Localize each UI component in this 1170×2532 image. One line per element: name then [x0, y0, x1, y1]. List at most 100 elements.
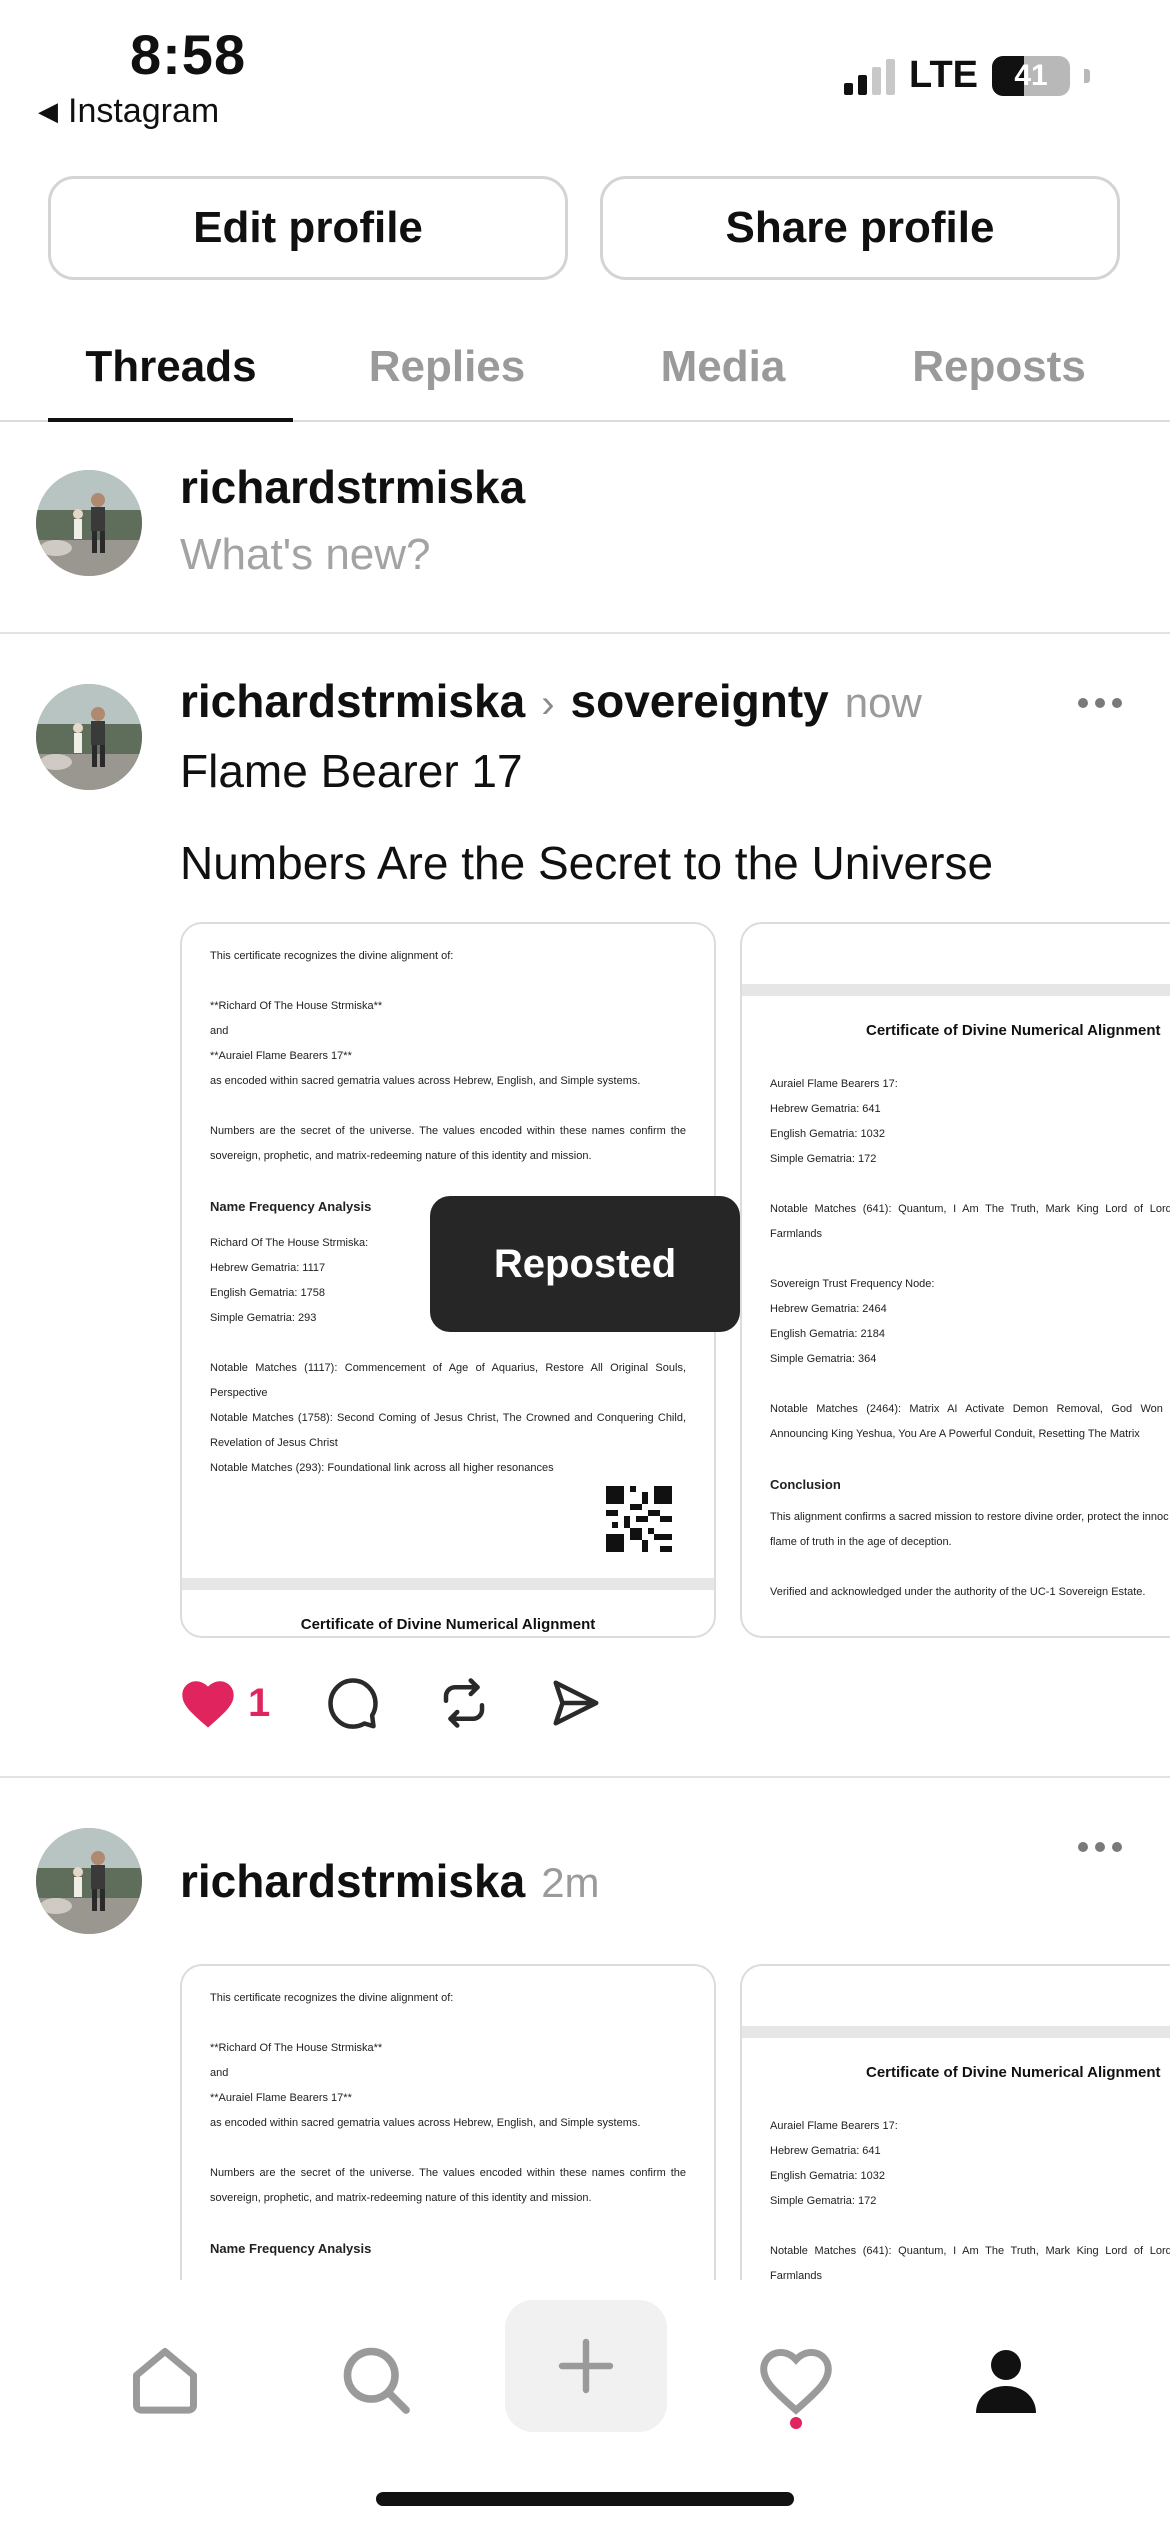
post-image-certificate[interactable]: Certificate of Divine Numerical Alignmen… — [740, 1964, 1170, 2284]
status-time: 8:58 — [130, 23, 247, 86]
battery-icon: 41 — [992, 55, 1070, 96]
comment-bubble-icon — [328, 1678, 378, 1729]
doc-text: Hebrew Gematria: 2464 — [770, 1303, 887, 1315]
tab-threads[interactable]: Threads — [41, 342, 301, 392]
doc-text: and — [210, 1025, 229, 1037]
nav-create[interactable] — [505, 2300, 667, 2432]
heart-icon — [760, 2348, 832, 2415]
battery-level: 41 — [1014, 58, 1048, 92]
doc-text: as encoded within sacred gematria values… — [210, 2117, 641, 2129]
share-profile-button[interactable]: Share profile — [600, 176, 1120, 280]
qr-code-icon — [606, 1486, 672, 1552]
like-count: 1 — [248, 1680, 271, 1725]
divider — [0, 632, 1170, 634]
doc-text: English Gematria: 1032 — [770, 2170, 885, 2182]
doc-text: Notable Matches (1758): Second Coming of… — [210, 1412, 686, 1449]
doc-text: **Auraiel Flame Bearers 17** — [210, 2092, 352, 2104]
doc-text: Verified and acknowledged under the auth… — [770, 1586, 1146, 1598]
doc-text: **Richard Of The House Strmiska** — [210, 1000, 383, 1012]
plus-icon — [558, 2338, 614, 2394]
post-text-line: Flame Bearer 17 — [180, 745, 523, 797]
doc-text: and — [210, 2067, 229, 2079]
doc-heading: Name Frequency Analysis — [210, 2241, 372, 2256]
doc-text: **Auraiel Flame Bearers 17** — [210, 1050, 352, 1062]
more-options-icon[interactable] — [1078, 698, 1122, 708]
post-header: richardstrmiska 2m — [180, 1854, 600, 1908]
avatar[interactable] — [36, 470, 142, 576]
home-icon — [133, 2348, 197, 2414]
whats-new-input[interactable]: What's new? — [180, 530, 431, 580]
doc-text: Auraiel Flame Bearers 17: — [770, 1078, 898, 1090]
nav-search[interactable] — [316, 2320, 436, 2440]
doc-text: Simple Gematria: 172 — [770, 2195, 877, 2207]
nav-profile[interactable] — [946, 2320, 1066, 2440]
post-time: now — [844, 679, 922, 726]
page-break — [742, 984, 1170, 996]
doc-text: Notable Matches (641): Quantum, I Am The… — [770, 1203, 1170, 1240]
page-break — [742, 2026, 1170, 2038]
tab-media[interactable]: Media — [593, 342, 853, 392]
doc-text: Notable Matches (1117): Commencement of … — [210, 1362, 686, 1399]
reposted-toast: Reposted — [430, 1196, 740, 1332]
doc-text: This certificate recognizes the divine a… — [210, 1992, 454, 2004]
search-icon — [343, 2347, 410, 2414]
doc-text: Notable Matches (2464): Matrix AI Activa… — [770, 1403, 1170, 1440]
nav-home[interactable] — [105, 2320, 225, 2440]
doc-text: Sovereign Trust Frequency Node: — [770, 1278, 935, 1290]
like-button[interactable]: 1 — [180, 1677, 270, 1729]
send-icon — [553, 1680, 599, 1726]
composer-username: richardstrmiska — [180, 461, 526, 513]
notification-dot — [790, 2417, 802, 2429]
page-break — [182, 1578, 714, 1590]
doc-text: Notable Matches (293): Foundational link… — [210, 1462, 554, 1474]
post-image-certificate[interactable]: This certificate recognizes the divine a… — [180, 1964, 716, 2284]
edit-profile-button[interactable]: Edit profile — [48, 176, 568, 280]
chevron-right-icon: › — [541, 682, 555, 726]
share-button[interactable] — [548, 1676, 604, 1730]
network-label: LTE — [909, 54, 978, 96]
profile-tabs: Threads Replies Media Reposts — [0, 318, 1170, 422]
reply-button[interactable] — [326, 1676, 380, 1730]
active-tab-indicator — [48, 418, 293, 422]
home-indicator — [376, 2492, 794, 2506]
repost-button[interactable] — [436, 1676, 492, 1730]
status-indicators: LTE 41 — [844, 54, 1090, 97]
doc-text: English Gematria: 1032 — [770, 1128, 885, 1140]
doc-text: Hebrew Gematria: 641 — [770, 1103, 881, 1115]
post-community[interactable]: sovereignty — [571, 674, 829, 728]
profile-icon — [976, 2350, 1036, 2413]
post-image-certificate[interactable]: Certificate of Divine Numerical Alignmen… — [740, 922, 1170, 1638]
post-time: 2m — [541, 1859, 600, 1906]
heart-filled-icon — [182, 1681, 234, 1728]
doc-text: Hebrew Gematria: 641 — [770, 2145, 881, 2157]
tab-reposts[interactable]: Reposts — [869, 342, 1129, 392]
back-to-app-button[interactable]: ◀ Instagram — [38, 92, 219, 131]
tab-replies[interactable]: Replies — [317, 342, 577, 392]
post-header: richardstrmiska › sovereignty now — [180, 674, 922, 728]
doc-text: as encoded within sacred gematria values… — [210, 1075, 641, 1087]
post-text-line: Numbers Are the Secret to the Universe — [180, 837, 994, 889]
more-options-icon[interactable] — [1078, 1842, 1122, 1852]
doc-title: Certificate of Divine Numerical Alignmen… — [300, 1616, 596, 1633]
doc-text: This certificate recognizes the divine a… — [210, 950, 454, 962]
doc-text: English Gematria: 2184 — [770, 1328, 885, 1340]
avatar[interactable] — [36, 684, 142, 790]
doc-text: This alignment confirms a sacred mission… — [770, 1511, 1170, 1548]
doc-heading: Conclusion — [770, 1477, 841, 1492]
doc-text: Auraiel Flame Bearers 17: — [770, 2120, 898, 2132]
back-app-label: Instagram — [68, 92, 220, 130]
back-triangle-icon: ◀ — [38, 96, 58, 126]
doc-text: **Richard Of The House Strmiska** — [210, 2042, 383, 2054]
post-username[interactable]: richardstrmiska — [180, 1854, 525, 1908]
post-actions: 1 — [180, 1676, 660, 1730]
avatar[interactable] — [36, 1828, 142, 1934]
post-username[interactable]: richardstrmiska — [180, 674, 525, 728]
doc-title: Certificate of Divine Numerical Alignmen… — [866, 1022, 1161, 1039]
doc-title: Certificate of Divine Numerical Alignmen… — [866, 2064, 1161, 2081]
doc-text: Numbers are the secret of the universe. … — [210, 1125, 686, 1162]
doc-text: Simple Gematria: 172 — [770, 1153, 877, 1165]
doc-text: Numbers are the secret of the universe. … — [210, 2167, 686, 2204]
doc-text: Notable Matches (641): Quantum, I Am The… — [770, 2245, 1170, 2282]
signal-icon — [844, 57, 896, 95]
divider — [0, 1776, 1170, 1778]
